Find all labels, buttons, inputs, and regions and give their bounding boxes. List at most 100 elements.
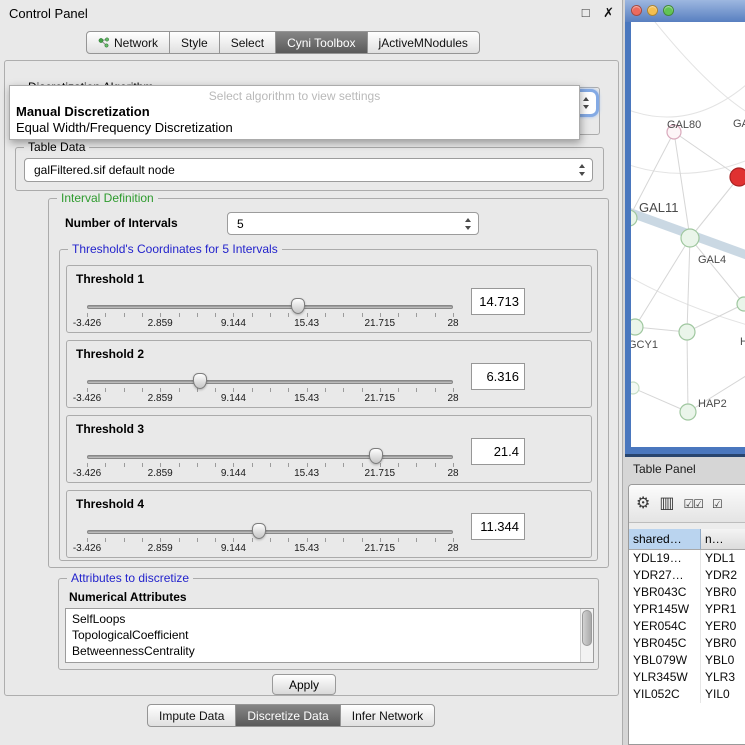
network-icon: [98, 37, 110, 48]
table-row[interactable]: YBR045CYBR0: [629, 635, 745, 652]
tab-impute-data[interactable]: Impute Data: [148, 705, 235, 726]
table-row[interactable]: YLR345WYLR3: [629, 669, 745, 686]
threshold-value-field[interactable]: 21.4: [471, 438, 525, 465]
tick-mark: [343, 388, 344, 392]
table-row[interactable]: YBR043CYBR0: [629, 584, 745, 601]
scale-label: 2.859: [148, 543, 173, 554]
table-row[interactable]: YIL052CYIL0: [629, 686, 745, 703]
table-data-combobox[interactable]: galFiltered.sif default node: [24, 158, 593, 182]
column-layout-icon[interactable]: ▥: [659, 496, 674, 512]
table-cell: YER054C: [629, 618, 701, 635]
network-node[interactable]: [680, 404, 696, 420]
tick-mark: [87, 463, 88, 467]
column-header[interactable]: n…: [701, 529, 745, 549]
table-row[interactable]: YBL079WYBL0: [629, 652, 745, 669]
tab-infer-network[interactable]: Infer Network: [340, 705, 434, 726]
attributes-list[interactable]: SelfLoopsTopologicalCoefficientBetweenne…: [65, 608, 594, 663]
threshold-slider[interactable]: -3.4262.8599.14415.4321.71528: [87, 371, 453, 407]
tick-mark: [105, 313, 106, 317]
tab-network[interactable]: Network: [87, 32, 169, 53]
tick-mark: [197, 313, 198, 317]
table-row[interactable]: YPR145WYPR1: [629, 601, 745, 618]
select-rows-icon[interactable]: ☑: [712, 498, 723, 510]
network-node[interactable]: [631, 382, 639, 394]
slider-track[interactable]: [87, 305, 453, 309]
threshold-value-field[interactable]: 6.316: [471, 363, 525, 390]
list-item[interactable]: BetweennessCentrality: [66, 643, 593, 659]
apply-button[interactable]: Apply: [272, 674, 336, 695]
combobox-stepper-icon[interactable]: [464, 216, 473, 232]
tick-mark: [124, 463, 125, 467]
tick-mark: [453, 388, 454, 392]
tab-jactivemnodules[interactable]: jActiveMNodules: [367, 32, 479, 53]
slider-track[interactable]: [87, 380, 453, 384]
tab-cyni-toolbox[interactable]: Cyni Toolbox: [275, 32, 366, 53]
threshold-label: Threshold 4: [76, 497, 144, 511]
threshold-value-field[interactable]: 11.344: [471, 513, 525, 540]
tick-mark: [398, 388, 399, 392]
table-cell: YDR2: [701, 567, 745, 584]
table-cell: YBR0: [701, 584, 745, 601]
list-scrollbar[interactable]: [580, 609, 593, 662]
tab-style[interactable]: Style: [169, 32, 219, 53]
tick-mark: [179, 313, 180, 317]
network-node[interactable]: [681, 229, 699, 247]
tick-mark: [307, 463, 308, 467]
close-icon[interactable]: ✗: [603, 5, 614, 20]
tick-mark: [160, 313, 161, 317]
float-window-icon[interactable]: □: [582, 5, 590, 20]
network-edge: [690, 177, 739, 238]
table-row[interactable]: YDR27…YDR2: [629, 567, 745, 584]
slider-thumb[interactable]: [291, 298, 305, 314]
slider-thumb[interactable]: [193, 373, 207, 389]
tick-mark: [362, 313, 363, 317]
minimize-traffic-light[interactable]: [647, 5, 658, 16]
table-header: shared…n…: [629, 529, 745, 550]
slider-thumb[interactable]: [252, 523, 266, 539]
list-item[interactable]: SelfLoops: [66, 611, 593, 627]
select-columns-icon[interactable]: ☑☑: [683, 498, 703, 510]
tick-mark: [160, 538, 161, 542]
top-tabbar: NetworkStyleSelect Cyni Toolbox jActiveMNo…: [86, 31, 480, 54]
table-row[interactable]: YDL19…YDL1: [629, 550, 745, 567]
dropdown-option[interactable]: Manual Discretization: [10, 104, 579, 120]
tab-select[interactable]: Select: [219, 32, 275, 53]
network-node[interactable]: [679, 324, 695, 340]
settings-icon[interactable]: ⚙: [636, 496, 650, 512]
threshold-slider[interactable]: -3.4262.8599.14415.4321.71528: [87, 446, 453, 482]
combobox-stepper-icon[interactable]: [582, 95, 591, 111]
network-canvas[interactable]: GAL80GAGAL11GAL4GCY1HHAP2: [631, 22, 745, 447]
slider-track[interactable]: [87, 530, 453, 534]
network-titlebar[interactable]: [625, 0, 745, 22]
network-edge: [687, 238, 690, 332]
tick-mark: [380, 463, 381, 467]
table-cell: YDL19…: [629, 550, 701, 567]
zoom-traffic-light[interactable]: [663, 5, 674, 16]
num-intervals-combobox[interactable]: 5: [227, 212, 479, 235]
network-node[interactable]: [730, 168, 745, 186]
control-panel: Control Panel □ ✗ NetworkStyleSelectCyni…: [0, 0, 623, 745]
table-cell: YLR345W: [629, 669, 701, 686]
tab-label: Cyni Toolbox: [287, 36, 355, 50]
slider-track[interactable]: [87, 455, 453, 459]
dropdown-option[interactable]: Equal Width/Frequency Discretization: [10, 120, 579, 136]
threshold-value-field[interactable]: 14.713: [471, 288, 525, 315]
scale-label: 28: [447, 318, 458, 329]
slider-scale: -3.4262.8599.14415.4321.71528: [87, 318, 453, 330]
threshold-slider[interactable]: -3.4262.8599.14415.4321.71528: [87, 521, 453, 557]
tab-discretize-data[interactable]: Discretize Data: [235, 705, 339, 726]
column-header[interactable]: shared…: [629, 529, 701, 549]
combobox-stepper-icon[interactable]: [578, 162, 587, 178]
slider-thumb[interactable]: [369, 448, 383, 464]
network-node[interactable]: [737, 297, 745, 311]
list-item[interactable]: TopologicalCoefficient: [66, 627, 593, 643]
scrollbar-thumb[interactable]: [582, 610, 592, 646]
thresholds-group: Threshold's Coordinates for 5 Intervals …: [59, 249, 598, 561]
table-row[interactable]: YER054CYER0: [629, 618, 745, 635]
tick-mark: [288, 313, 289, 317]
network-node[interactable]: [631, 319, 643, 335]
close-traffic-light[interactable]: [631, 5, 642, 16]
slider-scale: -3.4262.8599.14415.4321.71528: [87, 393, 453, 405]
network-edge: [651, 22, 745, 117]
threshold-slider[interactable]: -3.4262.8599.14415.4321.71528: [87, 296, 453, 332]
